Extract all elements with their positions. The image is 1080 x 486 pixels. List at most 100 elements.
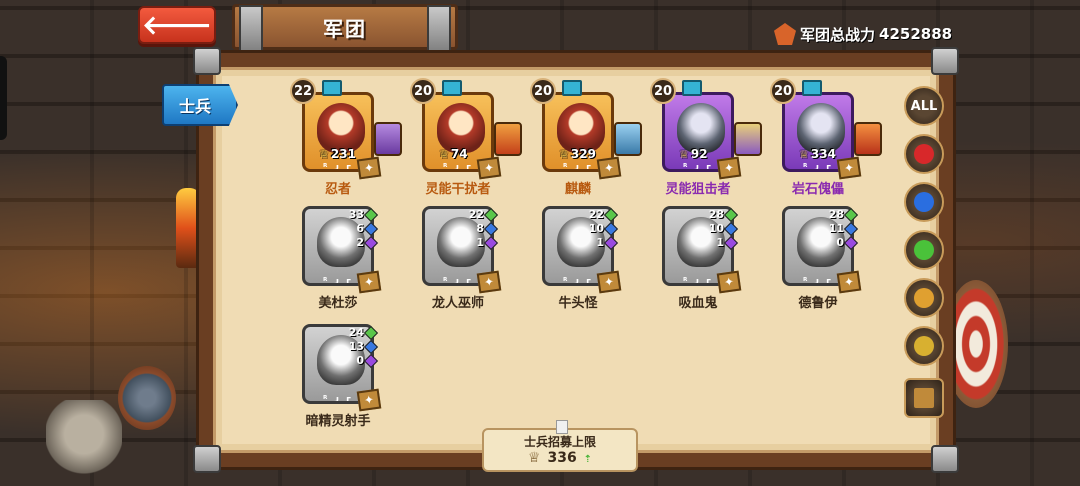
locked-unit-card[interactable]: ᴿ ᴊ ᴦ 33 6 2 ✦ 美杜莎 (296, 200, 404, 318)
unit-level: 20 (530, 78, 556, 104)
stat-green: 28 (708, 208, 724, 221)
rune-text: ᴿ ᴊ ᴦ (323, 163, 353, 172)
filter-flag-button[interactable] (904, 378, 944, 418)
star-badge-icon[interactable]: ✦ (836, 270, 862, 294)
blue-gem-icon (843, 221, 859, 236)
equipment-slot[interactable] (374, 122, 402, 156)
star-badge-icon[interactable]: ✦ (476, 156, 502, 180)
star-badge-icon[interactable]: ✦ (476, 270, 502, 294)
unit-requirements: 22 8 1 (456, 207, 499, 250)
increase-icon: ⇡ (583, 454, 592, 465)
water-icon (914, 192, 934, 212)
rune-text: ᴿ ᴊ ᴦ (683, 277, 713, 286)
unit-count: 74 (439, 147, 468, 161)
green-gem-icon (483, 207, 499, 222)
equipment-slot[interactable] (734, 122, 762, 156)
shield-decoration (118, 366, 176, 430)
title-plate: 军团 (232, 4, 458, 55)
locked-unit-card[interactable]: ᴿ ᴊ ᴦ 22 10 1 ✦ 牛头怪 (536, 200, 644, 318)
stat-blue: 10 (588, 222, 604, 235)
unit-name: 岩石傀儡 (791, 182, 844, 197)
blue-gem-icon (603, 221, 619, 236)
unit-name: 灵能干扰者 (425, 182, 491, 197)
unit-card[interactable]: 20 92 ᴿ ᴊ ᴦ ✦ 灵能狙击者 (650, 78, 764, 204)
unit-requirements: 28 11 0 (816, 207, 859, 250)
star-badge-icon[interactable]: ✦ (836, 156, 862, 180)
device-edge (0, 56, 7, 140)
crown-icon: ♕ (528, 450, 541, 466)
power-value: 4252888 (879, 25, 953, 43)
green-gem-icon (723, 207, 739, 222)
lion-icon (914, 336, 934, 356)
fox-power-icon (774, 23, 796, 45)
locked-unit-card[interactable]: ᴿ ᴊ ᴦ 28 11 0 ✦ 德鲁伊 (776, 200, 884, 318)
unit-requirements: 24 13 0 (336, 325, 379, 368)
star-badge-icon[interactable]: ✦ (716, 270, 742, 294)
purple-gem-icon (603, 235, 619, 250)
stat-blue: 11 (828, 222, 844, 235)
unit-card[interactable]: 20 74 ᴿ ᴊ ᴦ ✦ 灵能干扰者 (410, 78, 524, 204)
rune-text: ᴿ ᴊ ᴦ (443, 277, 473, 286)
locked-unit-card[interactable]: ᴿ ᴊ ᴦ 24 13 0 ✦ 暗精灵射手 (296, 318, 404, 436)
flag-icon (562, 80, 582, 96)
filter-helmet-button[interactable] (904, 278, 944, 318)
total-power: 军团总战力 4252888 (774, 22, 952, 46)
flag-icon (802, 80, 822, 96)
filter-nature-button[interactable] (904, 230, 944, 270)
unit-level: 20 (650, 78, 676, 104)
star-badge-icon[interactable]: ✦ (596, 270, 622, 294)
locked-unit-card[interactable]: ᴿ ᴊ ᴦ 28 10 1 ✦ 吸血鬼 (656, 200, 764, 318)
stat-green: 28 (828, 208, 844, 221)
filter-lion-button[interactable] (904, 326, 944, 366)
blue-gem-icon (723, 221, 739, 236)
unit-name: 牛头怪 (558, 296, 598, 311)
stat-green: 24 (348, 326, 364, 339)
tab-soldier[interactable]: 士兵 (162, 84, 238, 126)
panel-corner (193, 47, 221, 75)
unit-name: 吸血鬼 (678, 296, 718, 311)
unit-level: 22 (290, 78, 316, 104)
unit-card[interactable]: 20 329 ᴿ ᴊ ᴦ ✦ 麒麟 (530, 78, 644, 204)
stat-green: 22 (468, 208, 484, 221)
equipment-slot[interactable] (854, 122, 882, 156)
flag-icon (322, 80, 342, 96)
filter-fire-button[interactable] (904, 134, 944, 174)
filter-water-button[interactable] (904, 182, 944, 222)
unit-level: 20 (770, 78, 796, 104)
crystal-portrait-icon (437, 103, 485, 153)
star-badge-icon[interactable]: ✦ (356, 270, 382, 294)
unit-name: 德鲁伊 (798, 296, 838, 311)
unit-name: 美杜莎 (318, 296, 358, 311)
star-badge-icon[interactable]: ✦ (356, 388, 382, 412)
star-badge-icon[interactable]: ✦ (716, 156, 742, 180)
unit-requirements: 22 10 1 (576, 207, 619, 250)
star-badge-icon[interactable]: ✦ (596, 156, 622, 180)
back-button[interactable]: 🡐 (138, 6, 216, 44)
rune-text: ᴿ ᴊ ᴦ (323, 277, 353, 286)
unit-name: 灵能狙击者 (665, 182, 731, 197)
purple-gem-icon (843, 235, 859, 250)
unit-name: 忍者 (324, 182, 351, 197)
unit-level: 20 (410, 78, 436, 104)
rune-text: ᴿ ᴊ ᴦ (443, 163, 473, 172)
purple-gem-icon (723, 235, 739, 250)
unit-card[interactable]: 22 231 ᴿ ᴊ ᴦ ✦ 忍者 (290, 78, 404, 204)
star-badge-icon[interactable]: ✦ (356, 156, 382, 180)
panel-corner (193, 445, 221, 473)
blue-gem-icon (483, 221, 499, 236)
flag-icon (914, 388, 934, 408)
purple-gem-icon (483, 235, 499, 250)
rune-text: ᴿ ᴊ ᴦ (803, 277, 833, 286)
equipment-slot[interactable] (494, 122, 522, 156)
unit-count: 231 (319, 147, 356, 161)
unit-count: 329 (559, 147, 596, 161)
locked-unit-card[interactable]: ᴿ ᴊ ᴦ 22 8 1 ✦ 龙人巫师 (416, 200, 524, 318)
unit-requirements: 28 10 1 (696, 207, 739, 250)
panel-corner (931, 47, 959, 75)
blue-gem-icon (363, 221, 379, 236)
unit-card[interactable]: 20 334 ᴿ ᴊ ᴦ ✦ 岩石傀儡 (770, 78, 884, 204)
filter-all-button[interactable]: ALL (904, 86, 944, 126)
equipment-slot[interactable] (614, 122, 642, 156)
golem-portrait-icon (797, 103, 845, 153)
fire-icon (914, 144, 934, 164)
